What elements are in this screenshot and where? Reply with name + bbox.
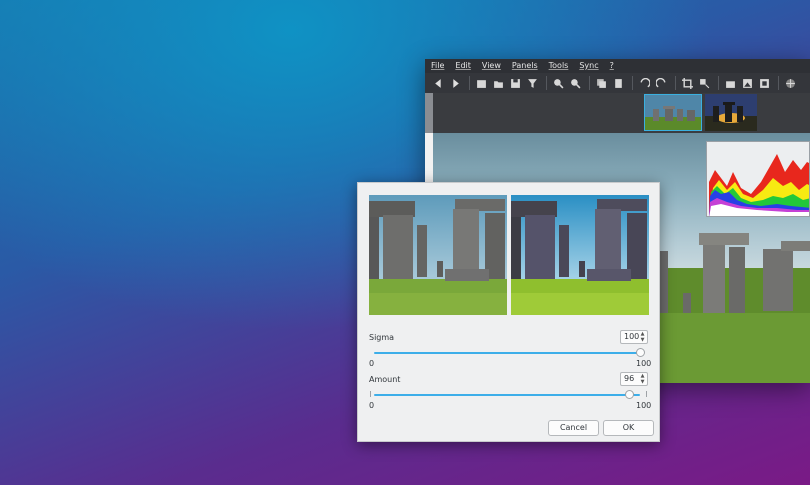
toolbar-separator (718, 76, 719, 90)
ok-button[interactable]: OK (603, 420, 654, 436)
export-icon (759, 78, 769, 88)
preview-sharpened (511, 195, 649, 315)
undo-icon (639, 77, 650, 87)
zoom-out-button[interactable] (568, 76, 582, 90)
amount-max-label: 100 (636, 401, 652, 410)
sigma-label: Sigma (369, 333, 395, 342)
toolbar-separator (589, 76, 590, 90)
web-button[interactable] (783, 76, 797, 90)
sharpened-preview-image (511, 195, 649, 315)
amount-spinbox[interactable]: 96 ▲ ▼ (620, 372, 648, 386)
menu-file[interactable]: File (431, 59, 444, 73)
original-preview-image (369, 195, 507, 315)
filter-button[interactable] (525, 76, 539, 90)
save-button[interactable] (508, 76, 522, 90)
menu-tools[interactable]: Tools (549, 59, 569, 73)
toolbar-separator (778, 76, 779, 90)
preview-original (369, 195, 507, 315)
amount-slider[interactable] (374, 394, 640, 396)
toolbar-separator (632, 76, 633, 90)
slider-tick (646, 391, 647, 397)
thumbnail[interactable] (705, 94, 757, 131)
menu-view[interactable]: View (482, 59, 501, 73)
amount-slider-handle[interactable] (624, 390, 634, 399)
menu-bar: File Edit View Panels Tools Sync ? (425, 59, 810, 73)
histogram-graph (707, 142, 809, 216)
redo-button[interactable] (654, 76, 668, 90)
camera-icon (725, 80, 735, 88)
menu-help[interactable]: ? (610, 59, 614, 73)
toolbar-separator (675, 76, 676, 90)
open-button[interactable] (491, 76, 505, 90)
undo-button[interactable] (637, 76, 651, 90)
menu-edit[interactable]: Edit (455, 59, 471, 73)
slider-tick (370, 391, 371, 397)
zoom-out-icon (570, 78, 580, 88)
stonehenge-sunset-thumbnail-image (705, 94, 757, 131)
amount-value: 96 (624, 374, 635, 383)
folder-icon (493, 80, 503, 88)
sigma-value: 100 (624, 332, 640, 341)
toolbar (425, 73, 810, 93)
folder-new-icon (476, 79, 486, 88)
redo-icon (655, 77, 666, 87)
filter-icon (527, 78, 537, 88)
image-button[interactable] (740, 76, 754, 90)
zoom-in-button[interactable] (551, 76, 565, 90)
crop-icon (681, 77, 693, 89)
histogram-panel (706, 141, 810, 217)
back-button[interactable] (431, 76, 445, 90)
export-button[interactable] (757, 76, 771, 90)
filmstrip (425, 93, 810, 133)
camera-button[interactable] (723, 76, 737, 90)
paste-button[interactable] (611, 76, 625, 90)
stonehenge-thumbnail-image (645, 95, 701, 130)
menu-sync[interactable]: Sync (579, 59, 598, 73)
resize-icon (699, 78, 709, 88)
new-button[interactable] (474, 76, 488, 90)
filmstrip-edge (425, 93, 433, 133)
copy-icon (596, 78, 606, 88)
menu-panels[interactable]: Panels (512, 59, 538, 73)
toolbar-separator (546, 76, 547, 90)
amount-label: Amount (369, 375, 401, 384)
spin-arrows-icon[interactable]: ▲ ▼ (639, 331, 646, 343)
copy-button[interactable] (594, 76, 608, 90)
sigma-max-label: 100 (636, 359, 652, 368)
sigma-slider-handle[interactable] (635, 348, 645, 357)
spin-arrows-icon[interactable]: ▲ ▼ (639, 373, 646, 385)
cancel-button[interactable]: Cancel (548, 420, 599, 436)
zoom-in-icon (553, 78, 563, 88)
crop-button[interactable] (680, 76, 694, 90)
globe-icon (785, 78, 795, 88)
sigma-min-label: 0 (369, 359, 375, 368)
sharpen-dialog: Sigma 100 ▲ ▼ 0 100 Amount 96 ▲ ▼ 0 100 Ca… (357, 182, 660, 442)
sigma-spinbox[interactable]: 100 ▲ ▼ (620, 330, 648, 344)
toolbar-separator (469, 76, 470, 90)
paste-icon (614, 78, 622, 88)
amount-min-label: 0 (369, 401, 375, 410)
thumbnail-selected[interactable] (644, 94, 702, 131)
save-icon (510, 78, 520, 88)
sigma-slider[interactable] (374, 352, 640, 354)
arrow-right-icon (452, 78, 459, 88)
resize-button[interactable] (697, 76, 711, 90)
image-icon (742, 78, 752, 88)
forward-button[interactable] (448, 76, 462, 90)
arrow-left-icon (434, 78, 441, 88)
